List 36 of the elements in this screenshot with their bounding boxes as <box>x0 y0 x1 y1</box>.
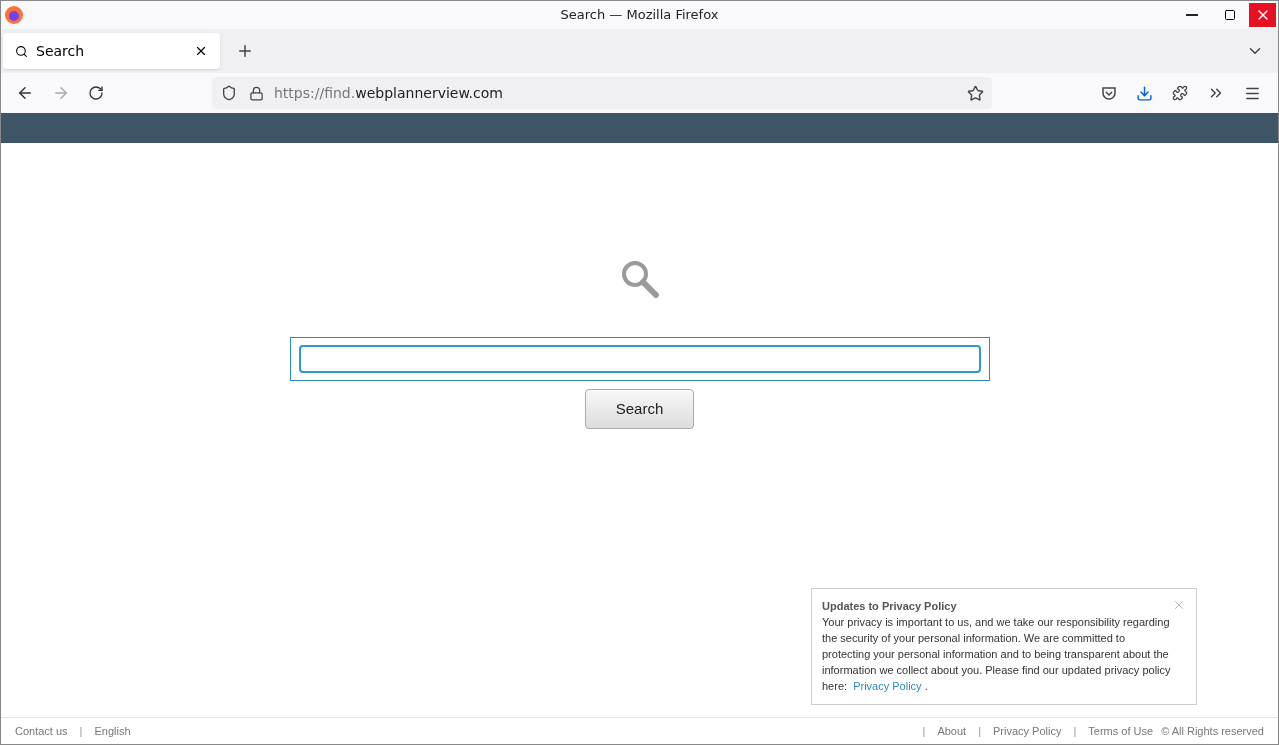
separator: | <box>977 723 982 739</box>
separator: | <box>921 723 927 739</box>
window-title: Search — Mozilla Firefox <box>560 6 719 25</box>
bookmark-star-icon[interactable] <box>967 84 984 102</box>
popup-text: Your privacy is important to us, and we take our responsibility regarding the security of your personal information. We are committed to protecting your personal information and to being transparent about the information we collect about you. Please find our updated privacy policy here: Privacy Policy . <box>822 615 1172 694</box>
footer-link[interactable]: Contact us <box>11 722 72 740</box>
tab-title: Search <box>36 41 85 61</box>
popup-title: Updates to Privacy Policy <box>822 599 957 614</box>
browser-tab[interactable]: Search <box>3 33 220 69</box>
separator: | <box>1072 723 1078 739</box>
pocket-icon[interactable] <box>1101 85 1117 101</box>
footer-link[interactable]: English <box>90 722 135 740</box>
address-bar[interactable]: https://find.webplannerview.com <box>212 77 992 109</box>
close-button[interactable] <box>1249 3 1276 27</box>
url-text[interactable]: https://find.webplannerview.com <box>274 82 503 104</box>
separator: | <box>78 723 84 739</box>
close-tab-icon[interactable] <box>194 44 208 58</box>
search-icon <box>15 44 28 58</box>
maximize-icon <box>1224 9 1236 21</box>
reload-icon[interactable] <box>88 85 104 101</box>
puzzle-icon[interactable] <box>1172 85 1188 101</box>
copyright-text: © All Rights reserved <box>1160 723 1265 739</box>
footer-link[interactable]: Terms of Use <box>1084 722 1158 740</box>
footer-link[interactable]: About <box>933 722 971 740</box>
browser-logo-icon <box>4 5 24 25</box>
search-field[interactable] <box>298 345 981 373</box>
back-icon[interactable] <box>16 84 34 102</box>
footer-link[interactable]: Privacy Policy <box>989 722 1066 740</box>
new-tab-icon[interactable] <box>236 42 254 60</box>
privacy-link[interactable]: Privacy Policy <box>853 680 922 692</box>
lock-icon[interactable] <box>249 85 264 101</box>
magnifier-icon <box>619 259 660 299</box>
minimize-icon <box>1186 14 1198 16</box>
search-button[interactable]: Search <box>585 389 694 429</box>
download-icon[interactable] <box>1136 84 1153 102</box>
shield-icon[interactable] <box>221 85 237 101</box>
